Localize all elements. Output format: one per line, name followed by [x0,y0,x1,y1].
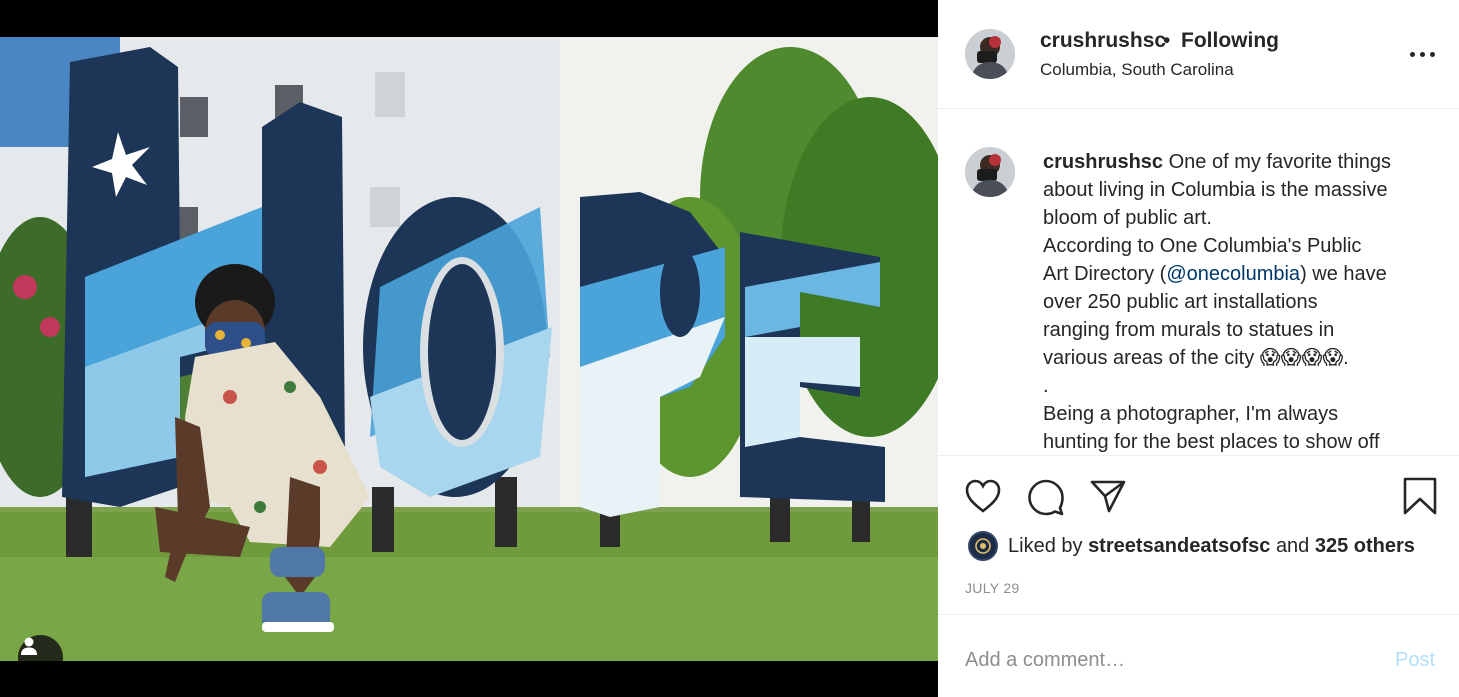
liker-avatar-image [975,538,991,554]
more-dot [1430,52,1435,57]
author-username[interactable]: crushrushsc [1040,29,1166,53]
post-comment-button[interactable]: Post [1395,649,1435,672]
post-photo[interactable] [0,37,938,661]
share-icon [1090,480,1126,513]
likes-and-label: and [1275,534,1310,557]
comments-area: crushrushsc One of my favorite things ab… [938,110,1459,454]
user-icon [21,637,37,655]
comment-icon [1028,479,1064,516]
caption-text: . [1043,375,1049,397]
more-options-button[interactable] [1410,42,1438,66]
caption-text: bloom of public art. [1043,207,1212,229]
likes-others-count[interactable]: 325 others [1315,535,1415,557]
caption-text: ) we have [1300,263,1387,285]
post-media [0,0,938,697]
avatar-photo [965,147,1015,197]
post-side-panel: crushrushsc • Following Columbia, South … [938,0,1459,697]
instagram-post-modal: crushrushsc • Following Columbia, South … [0,0,1459,697]
following-button[interactable]: Following [1181,29,1279,53]
caption-text: According to One Columbia's Public [1043,235,1362,257]
liked-by-user[interactable]: streetsandeatsofsc [1088,535,1270,557]
share-button[interactable] [1089,478,1127,519]
like-button[interactable] [964,478,1002,519]
liker-avatar[interactable] [968,531,998,561]
caption-text: ranging from murals to statues in [1043,319,1335,341]
author-avatar[interactable] [965,29,1015,79]
bookmark-icon [1403,477,1437,515]
caption-text: over 250 public art installations [1043,291,1318,313]
avatar-photo [965,29,1015,79]
heart-icon [965,479,1001,513]
save-button[interactable] [1402,476,1438,521]
caption-text: about living in Columbia is the massive [1043,179,1388,201]
more-horizontal-icon [1410,52,1415,57]
post-date[interactable]: JULY 29 [965,580,1020,596]
likes-summary: Liked by streetsandeatsofsc and 325 othe… [968,530,1415,562]
hope-sign-photo [0,37,938,661]
caption-text: Being a photographer, I'm always [1043,403,1339,425]
comment-input[interactable] [965,643,1365,677]
caption-text: hunting for the best places to show off [1043,431,1380,453]
caption-username[interactable]: crushrushsc [1043,151,1163,173]
separator-dot: • [1163,29,1171,52]
liked-by-label: Liked by [1008,534,1083,557]
caption-text: Art Directory ( [1043,263,1167,285]
post-caption: crushrushsc One of my favorite things ab… [1043,148,1443,454]
likes-text: Liked by streetsandeatsofsc and 325 othe… [1008,535,1415,558]
caption-text: One of my favorite things [1168,151,1391,173]
more-dot [1420,52,1425,57]
caption-text: various areas of the city 😱😱😱😱. [1043,347,1349,369]
comment-button[interactable] [1027,478,1065,521]
caption-author-avatar[interactable] [965,147,1015,197]
post-header: crushrushsc • Following Columbia, South … [938,0,1459,109]
post-location[interactable]: Columbia, South Carolina [1040,60,1234,80]
add-comment-section: Post [938,614,1459,697]
mention-link[interactable]: @onecolumbia [1166,263,1300,285]
